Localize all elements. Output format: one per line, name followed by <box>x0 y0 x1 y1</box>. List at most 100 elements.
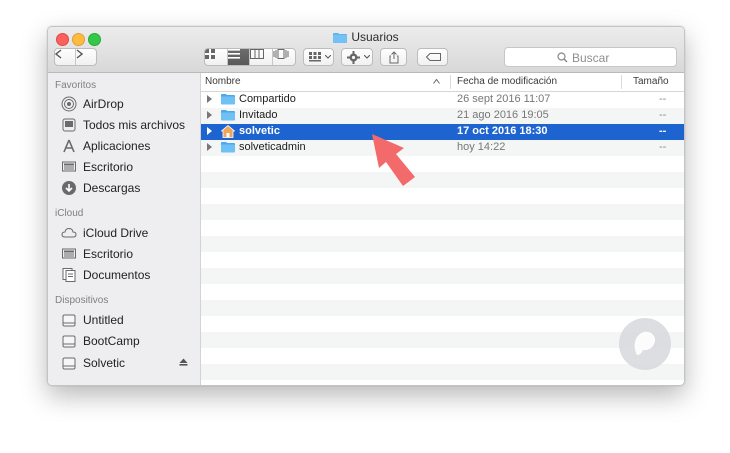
sidebar-section-icloud: iCloud <box>55 208 84 219</box>
arrange-button[interactable] <box>303 48 334 66</box>
column-separator <box>450 75 451 89</box>
row-stripe <box>201 364 684 380</box>
sidebar-item-label: Aplicaciones <box>83 138 151 153</box>
sidebar-item-downloads[interactable]: Descargas <box>61 178 140 197</box>
disk-icon <box>61 312 77 328</box>
sidebar-section-favoritos: Favoritos <box>55 80 97 91</box>
share-button[interactable] <box>380 48 407 66</box>
chevron-down-icon <box>325 55 331 59</box>
icon-view-icon <box>205 49 215 59</box>
column-name[interactable]: Nombre <box>205 76 241 87</box>
row-stripe <box>201 268 684 284</box>
file-list: Nombre Fecha de modificación Tamaño Comp… <box>201 73 684 385</box>
back-button[interactable] <box>55 49 77 65</box>
file-modified: 21 ago 2016 19:05 <box>457 109 549 121</box>
sidebar-item-label: Todos mis archivos <box>83 117 186 132</box>
row-stripe <box>201 204 684 220</box>
column-size[interactable]: Tamaño <box>633 76 669 87</box>
downloads-icon <box>61 180 77 196</box>
arrange-icon <box>309 52 321 62</box>
sidebar-item-label: Untitled <box>83 312 124 327</box>
file-rows: Compartido 26 sept 2016 11:07 -- Invitad… <box>201 92 684 385</box>
column-header: Nombre Fecha de modificación Tamaño <box>201 73 684 92</box>
disclosure-triangle-icon[interactable] <box>207 143 212 151</box>
sort-ascending-icon <box>433 79 440 84</box>
search-placeholder: Buscar <box>572 51 610 65</box>
sidebar-item-icloud-drive[interactable]: iCloud Drive <box>61 223 148 242</box>
sidebar: Favoritos AirDrop Todos mis archivos Apl… <box>48 73 201 385</box>
nav-buttons <box>54 48 97 66</box>
home-folder-icon <box>221 125 235 138</box>
search-field[interactable]: Buscar <box>504 47 677 67</box>
desktop-icon <box>61 246 77 262</box>
sidebar-item-desktop[interactable]: Escritorio <box>61 157 133 176</box>
sidebar-item-label: Solvetic <box>83 355 126 370</box>
forward-button[interactable] <box>76 49 96 65</box>
disclosure-triangle-icon[interactable] <box>207 127 212 135</box>
list-view-button[interactable] <box>227 49 250 65</box>
sidebar-item-label: Documentos <box>83 267 151 282</box>
folder-icon <box>333 32 348 46</box>
chevron-right-icon <box>77 49 84 59</box>
view-mode-control <box>204 48 296 66</box>
desktop-icon <box>61 159 77 175</box>
sidebar-item-label: iCloud Drive <box>83 225 149 240</box>
row-stripe <box>201 172 684 188</box>
disclosure-triangle-icon[interactable] <box>207 111 212 119</box>
file-size: -- <box>659 93 667 105</box>
sidebar-item-label: BootCamp <box>83 333 140 348</box>
action-button[interactable] <box>341 48 373 66</box>
table-row[interactable]: Compartido 26 sept 2016 11:07 -- <box>201 92 684 108</box>
cover-flow-icon <box>273 49 288 59</box>
folder-icon <box>221 94 235 105</box>
chevron-down-icon <box>364 55 370 59</box>
file-modified: 17 oct 2016 18:30 <box>457 125 548 137</box>
row-stripe <box>201 236 684 252</box>
file-size: -- <box>659 125 667 137</box>
file-name: Compartido <box>239 93 296 105</box>
sidebar-item-label: Escritorio <box>83 246 134 261</box>
sidebar-item-untitled[interactable]: Untitled <box>61 310 124 329</box>
all-files-icon <box>61 117 77 133</box>
column-view-icon <box>250 49 264 59</box>
table-row[interactable]: solveticadmin hoy 14:22 -- <box>201 140 684 156</box>
documents-icon <box>61 267 77 283</box>
sidebar-item-all-files[interactable]: Todos mis archivos <box>61 115 185 134</box>
list-view-icon <box>227 49 240 59</box>
table-row-selected[interactable]: solvetic 17 oct 2016 18:30 -- <box>201 124 684 140</box>
file-size: -- <box>659 141 667 153</box>
search-icon <box>557 52 568 63</box>
share-icon <box>389 51 399 64</box>
sidebar-item-solvetic[interactable]: Solvetic <box>61 353 125 372</box>
cover-flow-button[interactable] <box>273 49 295 65</box>
sidebar-item-bootcamp[interactable]: BootCamp <box>61 331 140 350</box>
column-separator <box>621 75 622 89</box>
file-name: solvetic <box>239 125 280 137</box>
airdrop-icon <box>61 96 77 112</box>
window-title-label: Usuarios <box>351 30 399 44</box>
sidebar-item-documents[interactable]: Documentos <box>61 265 150 284</box>
column-modified[interactable]: Fecha de modificación <box>457 76 557 87</box>
disclosure-triangle-icon[interactable] <box>207 95 212 103</box>
table-row[interactable]: Invitado 21 ago 2016 19:05 -- <box>201 108 684 124</box>
cloud-icon <box>61 225 77 241</box>
title-bar: Usuarios Buscar <box>48 27 684 73</box>
sidebar-item-airdrop[interactable]: AirDrop <box>61 94 124 113</box>
file-size: -- <box>659 109 667 121</box>
sidebar-item-applications[interactable]: Aplicaciones <box>61 136 150 155</box>
tag-button[interactable] <box>417 48 448 66</box>
folder-icon <box>221 142 235 153</box>
chevron-left-icon <box>55 49 62 59</box>
sidebar-item-label: Escritorio <box>83 159 134 174</box>
column-view-button[interactable] <box>250 49 273 65</box>
tag-icon <box>426 53 441 61</box>
icon-view-button[interactable] <box>205 49 228 65</box>
file-modified: hoy 14:22 <box>457 141 506 153</box>
eject-icon[interactable] <box>179 358 188 366</box>
folder-icon <box>221 110 235 121</box>
sidebar-item-label: Descargas <box>83 180 141 195</box>
file-name: solveticadmin <box>239 141 306 153</box>
sidebar-item-icloud-desktop[interactable]: Escritorio <box>61 244 133 263</box>
disk-icon <box>61 355 77 371</box>
disk-icon <box>61 333 77 349</box>
